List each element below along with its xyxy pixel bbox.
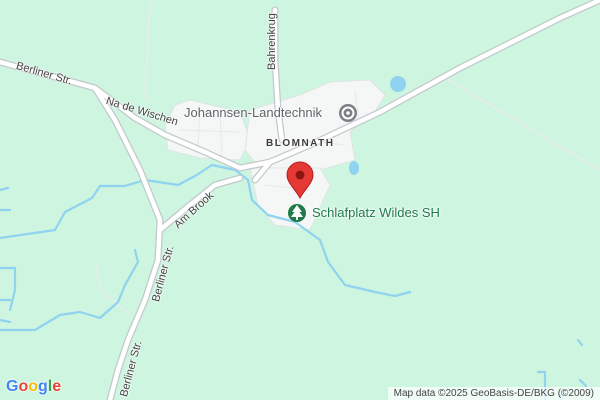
pond (390, 76, 406, 92)
map-attribution[interactable]: Map data ©2025 GeoBasis-DE/BKG (©2009) (387, 387, 600, 400)
map-canvas[interactable] (0, 0, 600, 400)
google-logo: Google (6, 378, 61, 396)
logo-letter: o (18, 378, 29, 395)
road-label-bahrenkrug: Bahrenkrug (266, 13, 278, 70)
place-label: BLOMNATH (266, 138, 335, 149)
logo-letter: G (6, 378, 19, 395)
logo-letter: g (38, 378, 48, 395)
pond (349, 161, 359, 175)
logo-letter: o (28, 378, 39, 395)
poi-label-shop[interactable]: Johannsen-Landtechnik (184, 105, 322, 120)
tree-icon[interactable] (288, 204, 306, 222)
poi-label-campsite[interactable]: Schlafplatz Wildes SH (312, 205, 440, 220)
logo-letter: e (52, 378, 62, 395)
shop-icon[interactable] (339, 104, 357, 122)
